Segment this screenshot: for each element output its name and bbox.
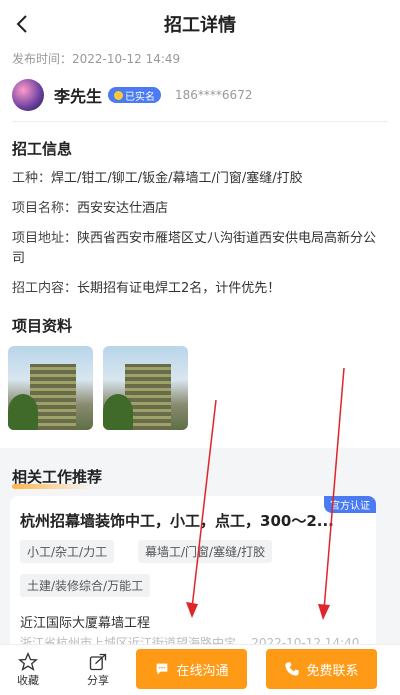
- info-value: 焊工/钳工/铆工/钣金/幕墙工/门窗/塞缝/打胶: [51, 171, 303, 186]
- job-tag: 小工/杂工/力工: [20, 540, 115, 563]
- info-value: 长期招有证电焊工2名，计件优先！: [77, 281, 281, 296]
- share-button[interactable]: 分享: [76, 645, 120, 695]
- free-contact-button[interactable]: 免费联系: [266, 649, 377, 689]
- online-chat-label: 在线沟通: [176, 663, 229, 679]
- chat-icon: [157, 663, 168, 675]
- verified-badge-label: 已实名: [125, 91, 156, 103]
- info-label: 招工内容：: [12, 281, 78, 296]
- favorite-button[interactable]: 收藏: [6, 645, 50, 695]
- publish-time: 发布时间：2022-10-12 14:49: [0, 50, 400, 67]
- info-row-project: 项目名称：西安安达仕酒店: [0, 199, 400, 219]
- publish-time-value: 2022-10-12 14:49: [72, 52, 181, 66]
- section-title-info: 招工信息: [12, 140, 73, 158]
- header: 招工详情: [0, 0, 400, 48]
- info-label: 项目名称：: [12, 201, 78, 216]
- annotation-arrow: [318, 367, 345, 620]
- share-icon: [89, 653, 107, 671]
- tree-shape: [103, 394, 133, 430]
- info-row-content: 招工内容：长期招有证电焊工2名，计件优先！: [0, 279, 400, 299]
- free-contact-label: 免费联系: [306, 663, 359, 679]
- online-chat-button[interactable]: 在线沟通: [136, 649, 247, 689]
- heart-icon: [114, 90, 124, 100]
- info-label: 项目地址：: [12, 231, 78, 246]
- info-label: 工种：: [12, 171, 52, 186]
- share-label: 分享: [87, 674, 109, 687]
- recommend-title: 相关工作推荐: [12, 466, 102, 489]
- chevron-left-icon: [16, 15, 27, 33]
- page-title: 招工详情: [164, 15, 236, 36]
- project-image[interactable]: [8, 346, 93, 430]
- phone-icon: [285, 662, 300, 676]
- back-button[interactable]: [10, 10, 34, 38]
- section-title-materials: 项目资料: [12, 317, 73, 335]
- info-row-type: 工种：焊工/钳工/铆工/钣金/幕墙工/门窗/塞缝/打胶: [0, 169, 400, 189]
- title-underline: [12, 484, 92, 489]
- star-icon: [18, 652, 38, 671]
- user-row[interactable]: 李先生 已实名 186****6672: [0, 67, 400, 121]
- job-tag: 土建/装修综合/万能工: [20, 574, 151, 597]
- verified-badge: 已实名: [108, 87, 162, 103]
- annotation-arrow: [186, 399, 217, 618]
- favorite-label: 收藏: [17, 674, 39, 687]
- avatar[interactable]: [12, 79, 44, 111]
- tree-shape: [8, 394, 38, 430]
- user-name: 李先生: [54, 87, 103, 106]
- job-project: 近江国际大厦幕墙工程: [20, 616, 151, 631]
- bottom-bar: 收藏 分享 在线沟通 免费联系: [0, 644, 400, 695]
- info-row-address: 项目地址：陕西省西安市雁塔区丈八沟街道西安供电局高新分公司: [0, 229, 400, 269]
- publish-time-label: 发布时间：: [12, 52, 73, 66]
- info-value: 西安安达仕酒店: [77, 201, 169, 216]
- user-phone: 186****6672: [175, 88, 253, 102]
